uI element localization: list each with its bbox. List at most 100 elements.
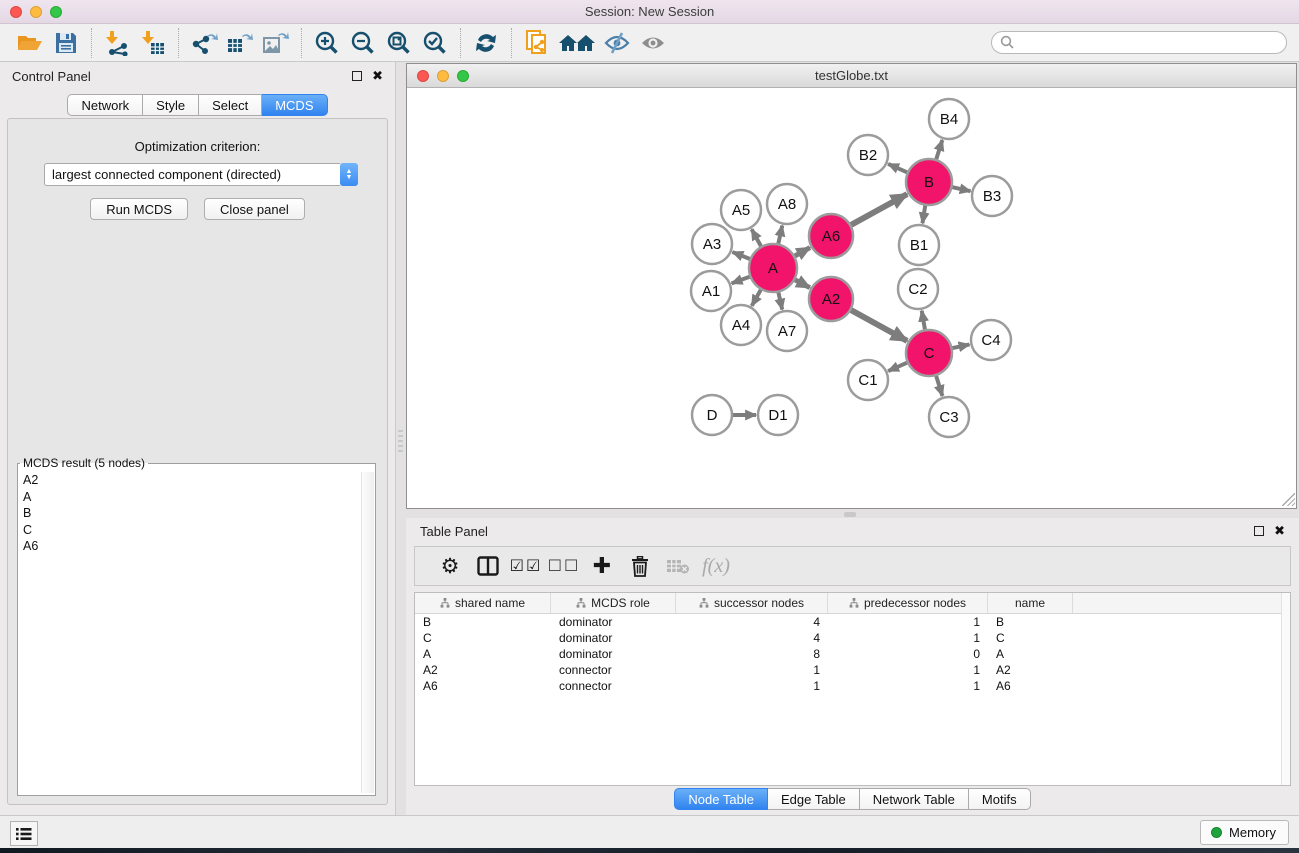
graph-edge[interactable] [936, 140, 942, 159]
table-cell[interactable]: B [988, 615, 1073, 629]
table-cell[interactable]: 4 [676, 631, 828, 645]
tab-network-table[interactable]: Network Table [860, 788, 969, 810]
table-row[interactable]: A6connector11A6 [415, 678, 1290, 694]
table-row[interactable]: Adominator80A [415, 646, 1290, 662]
graph-edge[interactable] [952, 187, 970, 191]
show-panel-eye-icon[interactable] [635, 27, 671, 59]
table-cell[interactable]: dominator [551, 647, 676, 661]
tab-edge-table[interactable]: Edge Table [768, 788, 860, 810]
delete-column-trash-icon[interactable] [621, 556, 659, 577]
tab-node-table[interactable]: Node Table [674, 788, 768, 810]
select-all-columns-icon[interactable]: ☑☑ [507, 556, 545, 576]
search-box[interactable] [991, 31, 1287, 54]
graph-edge[interactable] [732, 277, 750, 284]
tab-motifs[interactable]: Motifs [969, 788, 1031, 810]
table-cell[interactable]: dominator [551, 631, 676, 645]
table-cell[interactable]: 1 [828, 663, 988, 677]
table-cell[interactable]: 4 [676, 615, 828, 629]
apply-layout-icon[interactable] [468, 27, 504, 59]
float-panel-icon[interactable] [352, 71, 362, 81]
list-item[interactable]: A [19, 489, 360, 506]
graph-edge[interactable] [888, 164, 907, 172]
table-cell[interactable]: 0 [828, 647, 988, 661]
list-item[interactable]: B [19, 505, 360, 522]
graph-edge[interactable] [778, 225, 782, 243]
graph-edge[interactable] [795, 280, 810, 288]
tab-mcds[interactable]: MCDS [262, 94, 327, 116]
network-graph-svg[interactable]: B4B2BB3A5A8A6B1A3AA1C2A2A4A7CC4C1C3DD1 [407, 88, 1296, 507]
import-table-icon[interactable] [135, 27, 171, 59]
import-network-icon[interactable] [99, 27, 135, 59]
network-canvas[interactable]: B4B2BB3A5A8A6B1A3AA1C2A2A4A7CC4C1C3DD1 [407, 88, 1296, 507]
graph-edge[interactable] [851, 194, 907, 225]
create-column-plus-icon[interactable]: ✚ [583, 553, 621, 579]
table-row[interactable]: Bdominator41B [415, 614, 1290, 630]
table-cell[interactable]: A [988, 647, 1073, 661]
export-image-icon[interactable] [258, 27, 294, 59]
tab-select[interactable]: Select [199, 94, 262, 116]
memory-button[interactable]: Memory [1200, 820, 1289, 845]
table-cell[interactable]: A2 [988, 663, 1073, 677]
run-mcds-button[interactable]: Run MCDS [90, 198, 188, 220]
network-window-titlebar[interactable]: testGlobe.txt [407, 64, 1296, 88]
table-row[interactable]: Cdominator41C [415, 630, 1290, 646]
horizontal-splitter-handle[interactable] [844, 512, 856, 517]
table-cell[interactable]: C [415, 631, 551, 645]
column-header[interactable]: successor nodes [676, 593, 828, 613]
list-item[interactable]: C [19, 522, 360, 539]
list-item[interactable]: A2 [19, 472, 360, 489]
criterion-select[interactable]: largest connected component (directed) ▲… [44, 163, 358, 186]
table-cell[interactable]: dominator [551, 615, 676, 629]
clone-network-icon[interactable] [519, 27, 555, 59]
table-cell[interactable]: 1 [828, 679, 988, 693]
table-cell[interactable]: A6 [988, 679, 1073, 693]
tab-network[interactable]: Network [67, 94, 143, 116]
table-cell[interactable]: A6 [415, 679, 551, 693]
graph-edge[interactable] [795, 248, 810, 256]
table-cell[interactable]: connector [551, 679, 676, 693]
graph-edge[interactable] [851, 310, 907, 341]
close-panel-icon[interactable]: ✖ [372, 71, 383, 81]
zoom-out-icon[interactable] [345, 27, 381, 59]
graph-edge[interactable] [952, 345, 969, 349]
graph-edge[interactable] [778, 292, 782, 309]
zoom-fit-icon[interactable] [381, 27, 417, 59]
graph-edge[interactable] [752, 290, 761, 306]
graph-edge[interactable] [936, 376, 942, 396]
export-network-icon[interactable] [186, 27, 222, 59]
show-columns-icon[interactable] [469, 556, 507, 576]
table-cell[interactable]: 1 [828, 631, 988, 645]
table-cell[interactable]: 1 [676, 663, 828, 677]
table-row[interactable]: A2connector11A2 [415, 662, 1290, 678]
reset-view-icon[interactable] [555, 27, 599, 59]
graph-edge[interactable] [922, 311, 925, 330]
column-header[interactable]: predecessor nodes [828, 593, 988, 613]
column-header[interactable]: name [988, 593, 1073, 613]
show-task-history-button[interactable] [10, 821, 38, 846]
graph-edge[interactable] [922, 206, 925, 224]
table-cell[interactable]: A2 [415, 663, 551, 677]
result-scrollbar[interactable] [361, 472, 374, 793]
hide-panel-eye-icon[interactable] [599, 27, 635, 59]
save-session-icon[interactable] [48, 27, 84, 59]
list-item[interactable]: A6 [19, 538, 360, 555]
window-resize-grip[interactable] [1282, 493, 1295, 506]
table-settings-gear-icon[interactable]: ⚙ [431, 554, 469, 579]
column-header[interactable]: shared name [415, 593, 551, 613]
search-input[interactable] [1015, 33, 1286, 52]
table-cell[interactable]: 8 [676, 647, 828, 661]
table-cell[interactable]: connector [551, 663, 676, 677]
table-cell[interactable]: C [988, 631, 1073, 645]
table-cell[interactable]: 1 [676, 679, 828, 693]
graph-edge[interactable] [732, 252, 749, 259]
table-cell[interactable]: B [415, 615, 551, 629]
float-table-panel-icon[interactable] [1254, 526, 1264, 536]
table-scrollbar[interactable] [1281, 593, 1290, 785]
unselect-all-columns-icon[interactable]: ☐☐ [545, 556, 583, 576]
open-session-icon[interactable] [12, 27, 48, 59]
graph-edge[interactable] [888, 363, 907, 371]
column-header[interactable]: MCDS role [551, 593, 676, 613]
zoom-in-icon[interactable] [309, 27, 345, 59]
zoom-selected-icon[interactable] [417, 27, 453, 59]
table-cell[interactable]: 1 [828, 615, 988, 629]
